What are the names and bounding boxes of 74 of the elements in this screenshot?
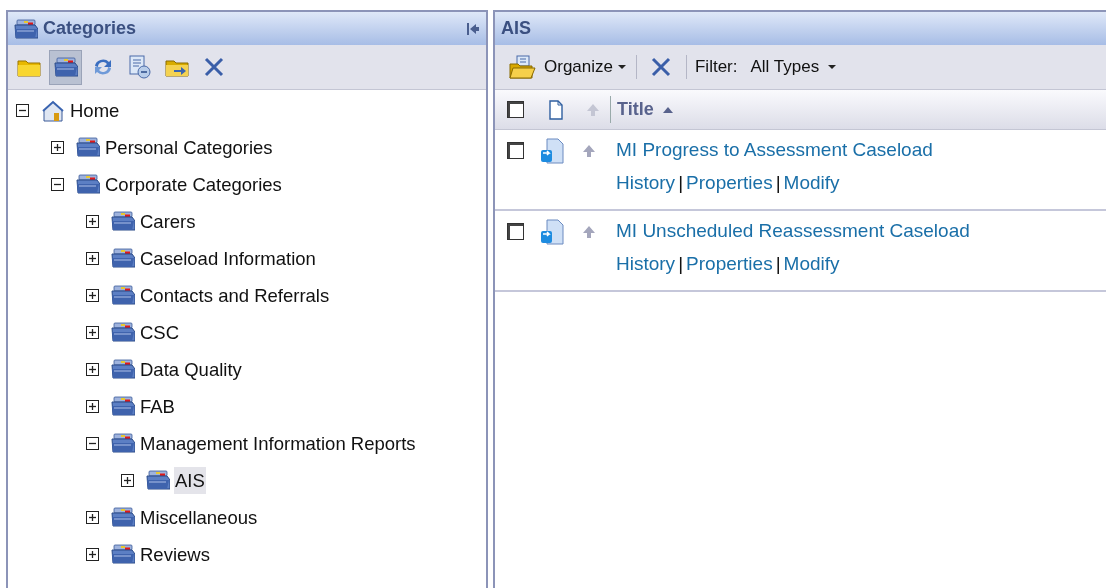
tree-item[interactable]: Reviews [139,540,211,569]
expand-toggle-icon[interactable] [121,474,134,487]
category-folder-icon [111,396,135,417]
category-folder-icon [111,248,135,269]
document-icon [548,99,564,120]
panel-title: AIS [501,17,531,40]
action-link[interactable]: Properties [686,168,773,197]
category-folder-icon [111,359,135,380]
tree-item[interactable]: Miscellaneous [139,503,259,532]
expand-toggle-icon[interactable] [86,363,99,376]
home-icon [41,98,65,123]
separator-text: | [678,170,684,195]
category-folder-icon [111,285,135,306]
separator-text: | [775,170,781,195]
tree-item[interactable]: Home [69,96,121,125]
category-folder-icon [111,433,135,454]
caret-icon [617,64,627,70]
expand-toggle-icon[interactable] [86,289,99,302]
report-title-link[interactable]: MI Unscheduled Reassessment Caseload [616,217,970,246]
expand-toggle-icon[interactable] [86,326,99,339]
tree-item[interactable]: Management Information Reports [139,429,417,458]
up-arrow-icon [582,225,596,239]
tree-item[interactable]: Personal Categories [104,133,274,162]
category-folder-icon [111,322,135,343]
categories-button[interactable] [49,49,82,85]
caret-icon [827,64,838,70]
category-folder-icon [76,137,100,158]
category-folder-icon [111,507,135,528]
separator-text: | [678,251,684,276]
report-icon [540,138,564,164]
tree-item[interactable]: Carers [139,207,197,236]
expand-toggle-icon[interactable] [51,141,64,154]
category-folder-icon [14,18,38,40]
up-arrow-icon [586,102,600,117]
panel-title: Categories [43,17,137,40]
collapse-panel-icon[interactable] [466,22,480,37]
action-link[interactable]: History [616,249,676,278]
expand-toggle-icon[interactable] [86,215,99,228]
filter-label: Filter: [695,56,738,79]
up-arrow-icon [582,144,596,158]
collapse-toggle-icon[interactable] [51,178,64,191]
expand-toggle-icon[interactable] [86,252,99,265]
tree-item[interactable]: Data Quality [139,355,243,384]
expand-toggle-icon[interactable] [86,548,99,561]
tree-item[interactable]: Corporate Categories [104,170,283,199]
tree-item[interactable]: CSC [139,318,181,347]
tree-item[interactable]: Contacts and Referrals [139,281,331,310]
report-icon [540,219,564,245]
title-column-header[interactable]: Title [610,96,674,123]
row-checkbox[interactable] [507,142,524,159]
action-link[interactable]: Modify [783,249,840,278]
expand-toggle-icon[interactable] [86,511,99,524]
category-folder-icon [111,544,135,565]
organize-button[interactable]: Organize [507,49,628,85]
tree-item[interactable]: Caseload Information [139,244,317,273]
category-folder-icon [76,174,100,195]
document-properties-icon [127,55,152,79]
folder-icon [508,54,536,80]
action-link[interactable]: Properties [686,249,773,278]
tree-item[interactable]: FAB [139,392,176,421]
category-folder-icon [53,56,78,78]
report-title-link[interactable]: MI Progress to Assessment Caseload [616,136,933,165]
row-checkbox[interactable] [507,223,524,240]
collapse-toggle-icon[interactable] [86,437,99,450]
category-folder-icon [111,211,135,232]
action-link[interactable]: History [616,168,676,197]
tree-item[interactable]: AIS [174,466,206,495]
category-folder-icon [146,470,170,491]
collapse-toggle-icon[interactable] [16,104,29,117]
expand-toggle-icon[interactable] [86,400,99,413]
select-all-checkbox[interactable] [507,101,524,118]
separator-text: | [775,251,781,276]
filter-dropdown[interactable]: All Types [749,49,839,85]
action-link[interactable]: Modify [783,168,840,197]
